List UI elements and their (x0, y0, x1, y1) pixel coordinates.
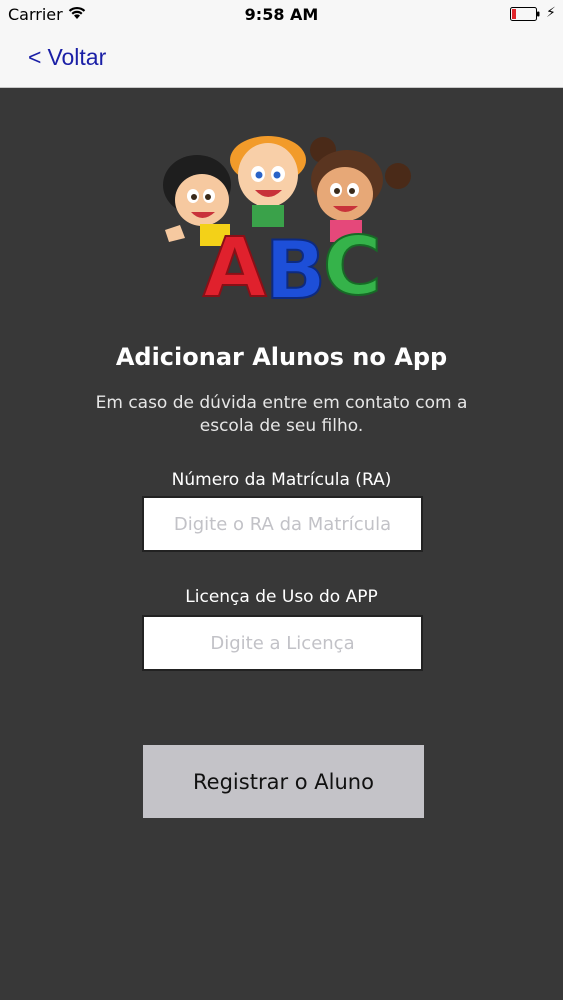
license-input[interactable] (142, 615, 423, 671)
kid-middle-illustration (230, 136, 306, 227)
ra-field-label: Número da Matrícula (RA) (171, 470, 392, 490)
register-student-button[interactable]: Registrar o Aluno (143, 745, 424, 818)
svg-text:C: C (323, 220, 382, 305)
navigation-bar: < Voltar (0, 30, 563, 88)
clock: 9:58 AM (244, 5, 319, 24)
back-label: Voltar (47, 44, 107, 70)
status-bar: Carrier 9:58 AM ⚡ (0, 0, 563, 30)
page-title: Adicionar Alunos no App (115, 343, 448, 371)
svg-text:A: A (203, 221, 267, 305)
back-button[interactable]: < Voltar (28, 44, 106, 71)
back-chevron-icon: < (28, 44, 42, 70)
svg-text:B: B (265, 224, 326, 305)
license-field-label: Licença de Uso do APP (185, 587, 378, 607)
charging-bolt-icon: ⚡ (546, 5, 556, 21)
battery-icon (510, 7, 540, 21)
ra-input[interactable] (142, 496, 423, 552)
abc-kids-logo: A B C (163, 136, 411, 305)
page-subtitle: Em caso de dúvida entre em contato com a… (95, 393, 468, 436)
